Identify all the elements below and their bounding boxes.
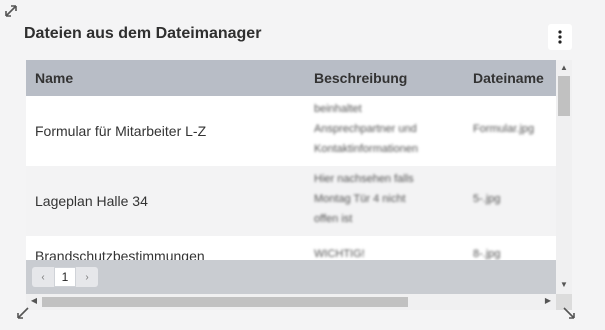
scroll-right-arrow-icon[interactable]: ▶ [541, 296, 555, 305]
files-table: Name Beschreibung Dateiname Formular für… [26, 60, 556, 294]
widget-menu-button[interactable] [548, 24, 572, 50]
cell-description-line: beinhaltet [314, 103, 362, 115]
cell-description-line: Montag Tür 4 nicht [314, 193, 406, 205]
table-row[interactable]: Formular für Mitarbeiter L-Z beinhaltet … [26, 96, 556, 166]
pagination-next-button[interactable]: › [76, 267, 98, 287]
horizontal-scrollbar[interactable]: ◀ ▶ [26, 294, 556, 310]
table-footer: ‹ 1 › [26, 260, 556, 294]
resize-handle-top-left-icon[interactable] [4, 4, 26, 26]
vertical-ellipsis-icon [558, 30, 562, 44]
vertical-scrollbar[interactable]: ▲ ▼ [556, 60, 572, 294]
widget-title: Dateien aus dem Dateimanager [24, 25, 262, 42]
cell-name: Lageplan Halle 34 [35, 193, 148, 209]
scroll-left-arrow-icon[interactable]: ◀ [27, 296, 41, 305]
resize-handle-bottom-right-icon[interactable] [562, 306, 582, 326]
horizontal-scroll-thumb[interactable] [42, 297, 408, 307]
column-header-name[interactable]: Name [35, 60, 73, 96]
pagination-page-current[interactable]: 1 [54, 267, 76, 287]
table-header: Name Beschreibung Dateiname [26, 60, 556, 96]
cell-filename: Formular.jpg [473, 123, 535, 135]
scroll-down-arrow-icon[interactable]: ▼ [556, 280, 572, 289]
cell-name: Formular für Mitarbeiter L-Z [35, 123, 207, 139]
pagination-prev-button[interactable]: ‹ [32, 267, 54, 287]
cell-description-line: offen ist [314, 213, 353, 225]
vertical-scroll-thumb[interactable] [558, 76, 570, 116]
cell-description-line: Hier nachsehen falls [314, 173, 414, 185]
scroll-up-arrow-icon[interactable]: ▲ [556, 63, 572, 72]
resize-handle-bottom-left-icon[interactable] [16, 306, 36, 326]
cell-description-line: Ansprechpartner und [314, 123, 417, 135]
cell-description-line: Kontaktinformationen [314, 143, 418, 155]
pagination: ‹ 1 › [32, 267, 98, 287]
table-row[interactable]: Lageplan Halle 34 Hier nachsehen falls M… [26, 166, 556, 236]
cell-filename: 5-.jpg [473, 193, 501, 205]
column-header-description[interactable]: Beschreibung [314, 60, 407, 96]
column-header-filename[interactable]: Dateiname [473, 60, 544, 96]
